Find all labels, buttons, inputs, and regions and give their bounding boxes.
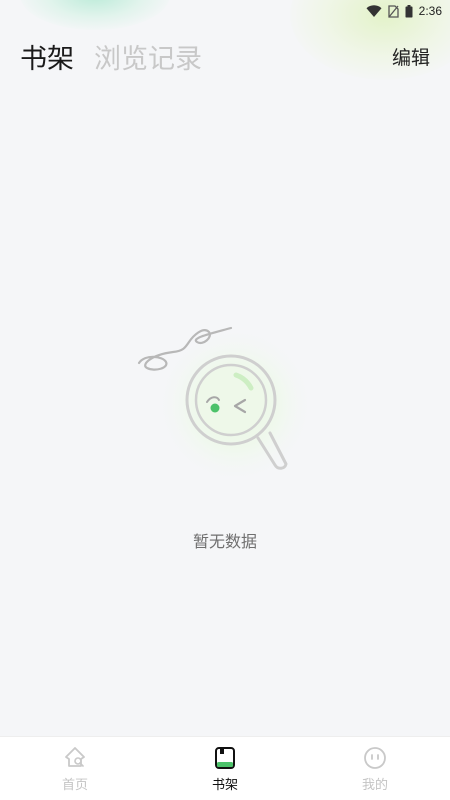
no-sim-icon	[387, 4, 399, 18]
profile-face-icon	[364, 746, 386, 769]
empty-state-message: 暂无数据	[192, 532, 257, 551]
bookshelf-screen: 2:36 书架 浏览记录 编辑 暂无数据 首页 书架 我的	[0, 0, 450, 800]
battery-icon	[405, 4, 413, 17]
nav-label-bookshelf: 书架	[211, 777, 238, 793]
bottom-nav: 首页 书架 我的	[0, 736, 450, 800]
tab-bookshelf[interactable]: 书架	[20, 37, 74, 76]
nav-label-home: 首页	[61, 777, 88, 793]
bookshelf-icon	[215, 746, 235, 769]
nav-item-bookshelf[interactable]: 书架	[165, 745, 285, 793]
nav-label-profile: 我的	[361, 777, 388, 793]
wifi-icon	[366, 5, 382, 17]
home-icon	[65, 746, 85, 767]
magnifier-face-illustration	[137, 325, 315, 485]
nav-item-profile[interactable]: 我的	[315, 745, 435, 793]
header: 书架 浏览记录 编辑	[0, 34, 450, 78]
edit-button[interactable]: 编辑	[392, 43, 430, 70]
status-time: 2:36	[418, 4, 442, 18]
tab-browse-history[interactable]: 浏览记录	[94, 37, 202, 76]
status-bar: 2:36	[0, 0, 450, 22]
nav-item-home[interactable]: 首页	[15, 745, 135, 793]
